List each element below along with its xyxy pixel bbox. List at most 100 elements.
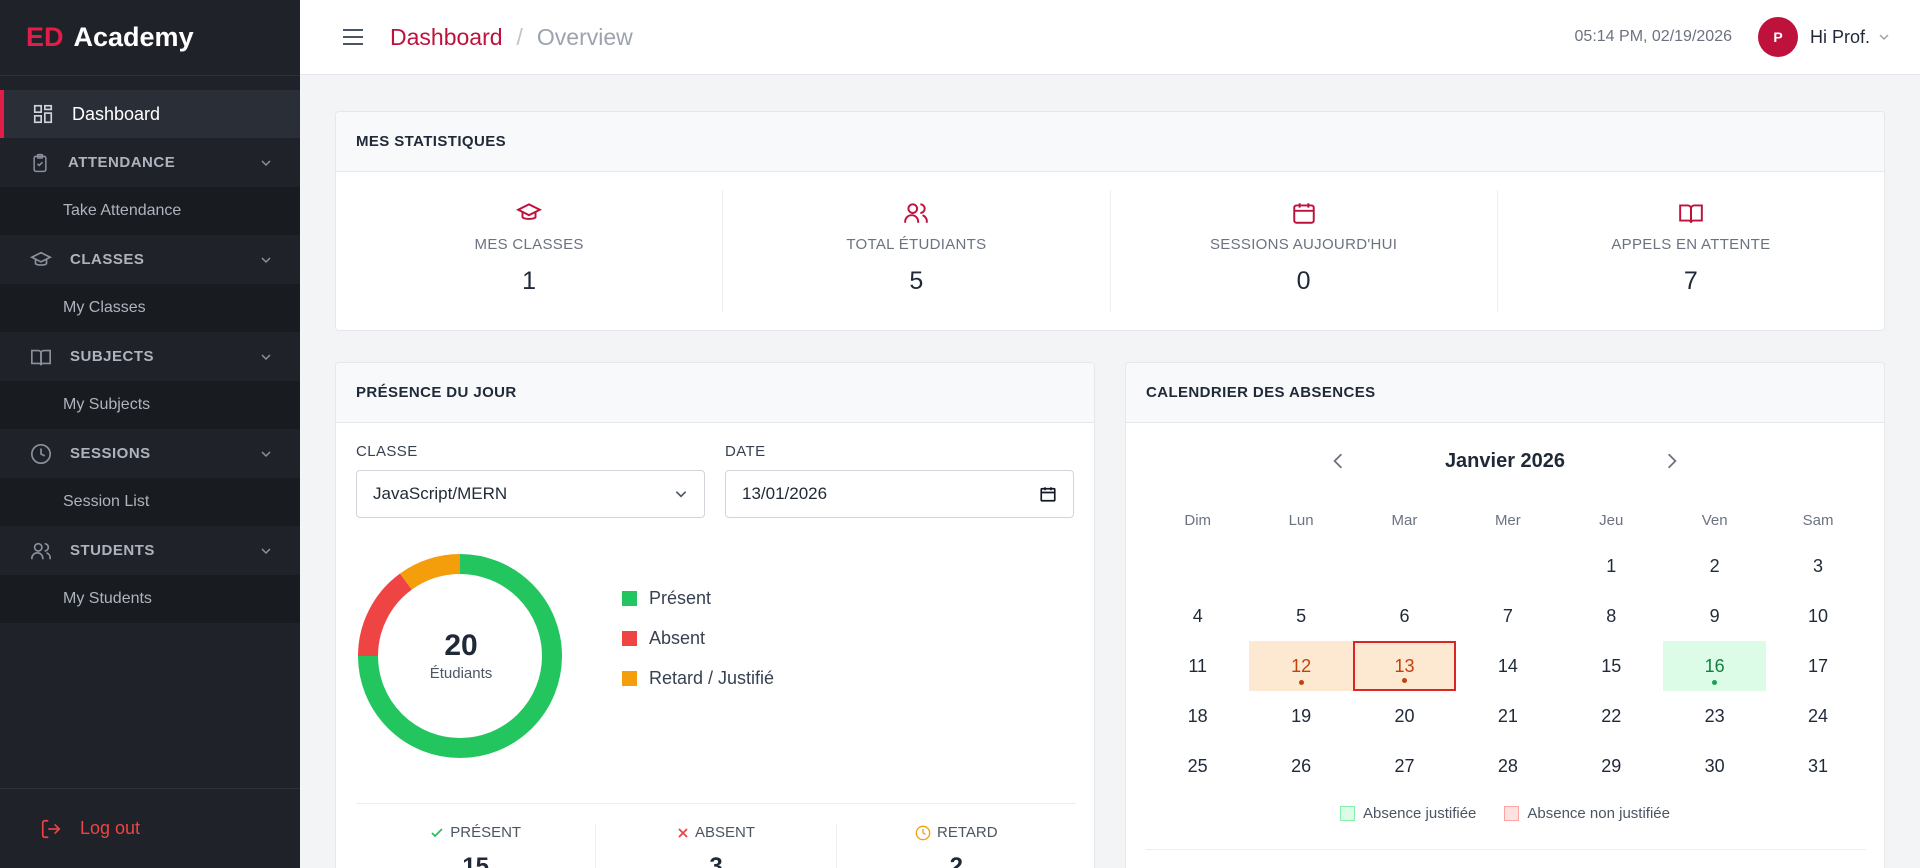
calendar-day[interactable]: 18 xyxy=(1146,691,1249,741)
close-icon xyxy=(678,827,688,838)
sidebar-group-label: SESSIONS xyxy=(70,445,151,462)
calendar-day[interactable]: 23 xyxy=(1663,691,1766,741)
sidebar-item-session-list[interactable]: Session List xyxy=(0,478,300,526)
calendar-day[interactable]: 22 xyxy=(1560,691,1663,741)
donut-total: 20 xyxy=(444,628,478,662)
legend-swatch xyxy=(622,630,637,646)
calendar-day[interactable]: 3 xyxy=(1766,541,1869,591)
calendar-day[interactable]: 6 xyxy=(1353,591,1456,641)
stat-sessions-today: SESSIONS AUJOURD'HUI 0 xyxy=(1111,190,1498,312)
donut-total-label: Étudiants xyxy=(429,664,493,682)
hamburger-menu-icon[interactable] xyxy=(342,28,364,46)
class-field: CLASSE JavaScript/MERN xyxy=(356,443,705,518)
calendar-day[interactable]: 31 xyxy=(1766,741,1869,791)
legend-label: Absence non justifiée xyxy=(1527,805,1670,822)
calendar-day[interactable]: 24 xyxy=(1766,691,1869,741)
summary-value: 15 xyxy=(462,853,490,868)
legend-absent: Absent xyxy=(622,618,774,658)
stat-pending-calls: APPELS EN ATTENTE 7 xyxy=(1498,190,1884,312)
sidebar: ED Academy Dashboard ATTENDANCE Take Att… xyxy=(0,0,300,868)
brand-name: Academy xyxy=(73,22,194,52)
calendar-day[interactable]: 1 xyxy=(1560,541,1663,591)
sidebar-group-classes[interactable]: CLASSES xyxy=(0,235,300,284)
chevron-down-icon xyxy=(261,353,271,360)
graduation-cap-icon xyxy=(30,251,52,266)
sidebar-item-dashboard[interactable]: Dashboard xyxy=(0,90,300,138)
book-open-icon xyxy=(1679,204,1703,223)
class-label: CLASSE xyxy=(356,443,418,460)
brand-logo[interactable]: ED Academy xyxy=(0,0,300,76)
calendar-day[interactable]: 17 xyxy=(1766,641,1869,691)
chevron-down-icon xyxy=(261,256,271,263)
calendar-empty-cell xyxy=(1249,541,1352,591)
user-greeting[interactable]: Hi Prof. xyxy=(1810,27,1870,48)
calendar-empty-cell xyxy=(1456,541,1559,591)
date-field: DATE 13/01/2026 xyxy=(725,443,1074,518)
stat-label: MES CLASSES xyxy=(474,236,584,253)
avatar[interactable]: P xyxy=(1757,17,1798,57)
calendar-title: CALENDRIER DES ABSENCES xyxy=(1126,363,1884,423)
calendar-day[interactable]: 26 xyxy=(1249,741,1352,791)
class-select[interactable]: JavaScript/MERN xyxy=(356,470,705,518)
calendar-icon[interactable] xyxy=(1039,485,1057,503)
calendar-day[interactable]: 16 xyxy=(1662,641,1767,691)
calendar-day[interactable]: 10 xyxy=(1766,591,1869,641)
calendar-divider xyxy=(1146,849,1866,850)
calendar-day[interactable]: 7 xyxy=(1456,591,1559,641)
sidebar-group-subjects[interactable]: SUBJECTS xyxy=(0,332,300,381)
calendar-day[interactable]: 8 xyxy=(1560,591,1663,641)
users-icon xyxy=(904,203,929,223)
weekday-header: Jeu xyxy=(1599,511,1624,529)
calendar-day[interactable]: 11 xyxy=(1146,641,1249,691)
presence-summary: PRÉSENT 15 ABSENT 3 RETARD 2 xyxy=(356,803,1076,868)
legend-present: Présent xyxy=(622,578,774,618)
stat-value: 1 xyxy=(522,267,537,295)
chevron-down-icon[interactable] xyxy=(1878,31,1890,43)
calendar-day[interactable]: 5 xyxy=(1249,591,1352,641)
calendar-day[interactable]: 2 xyxy=(1663,541,1766,591)
clipboard-check-icon xyxy=(33,153,47,172)
presence-card: PRÉSENCE DU JOUR CLASSE JavaScript/MERN … xyxy=(335,362,1095,868)
legend-label: Retard / Justifié xyxy=(649,667,775,688)
logout-button[interactable]: Log out xyxy=(0,788,300,868)
calendar-day[interactable]: 13 xyxy=(1352,641,1457,691)
prev-month-button[interactable] xyxy=(1331,452,1345,470)
sidebar-item-label: Dashboard xyxy=(72,103,161,124)
calendar-day[interactable]: 25 xyxy=(1146,741,1249,791)
calendar-day[interactable]: 21 xyxy=(1456,691,1559,741)
sidebar-item-my-students[interactable]: My Students xyxy=(0,575,300,623)
calendar-day[interactable]: 20 xyxy=(1353,691,1456,741)
sidebar-group-label: SUBJECTS xyxy=(70,348,155,365)
next-month-button[interactable] xyxy=(1665,452,1679,470)
sidebar-item-my-classes[interactable]: My Classes xyxy=(0,284,300,332)
sidebar-group-attendance[interactable]: ATTENDANCE xyxy=(0,138,300,187)
sidebar-item-my-subjects[interactable]: My Subjects xyxy=(0,381,300,429)
stat-value: 7 xyxy=(1683,267,1698,295)
attendance-donut-area: 20 Étudiants Présent Absent Retard / Jus… xyxy=(336,518,1094,768)
calendar-day[interactable]: 29 xyxy=(1560,741,1663,791)
calendar-day[interactable]: 27 xyxy=(1353,741,1456,791)
calendar-day[interactable]: 14 xyxy=(1456,641,1559,691)
legend-swatch xyxy=(1504,806,1520,821)
calendar-day[interactable]: 15 xyxy=(1560,641,1663,691)
breadcrumb-dashboard[interactable]: Dashboard xyxy=(390,24,503,51)
legend-label: Absent xyxy=(649,627,706,648)
calendar-day[interactable]: 12 xyxy=(1249,641,1353,691)
sidebar-group-sessions[interactable]: SESSIONS xyxy=(0,429,300,478)
calendar-day[interactable]: 9 xyxy=(1663,591,1766,641)
sidebar-group-students[interactable]: STUDENTS xyxy=(0,526,300,575)
calendar-day[interactable]: 28 xyxy=(1456,741,1559,791)
calendar-day[interactable]: 19 xyxy=(1249,691,1352,741)
calendar-day[interactable]: 4 xyxy=(1146,591,1249,641)
sidebar-group-label: ATTENDANCE xyxy=(68,154,176,171)
date-input[interactable]: 13/01/2026 xyxy=(725,470,1074,518)
donut-legend: Présent Absent Retard / Justifié xyxy=(622,578,774,698)
legend-swatch xyxy=(622,590,637,606)
breadcrumb-overview: Overview xyxy=(536,23,633,50)
dashboard-grid-icon xyxy=(33,104,53,124)
logout-label: Log out xyxy=(80,818,141,838)
chevron-down-icon xyxy=(261,159,271,166)
sidebar-group-label: CLASSES xyxy=(70,251,145,268)
sidebar-item-take-attendance[interactable]: Take Attendance xyxy=(0,187,300,235)
calendar-day[interactable]: 30 xyxy=(1663,741,1766,791)
